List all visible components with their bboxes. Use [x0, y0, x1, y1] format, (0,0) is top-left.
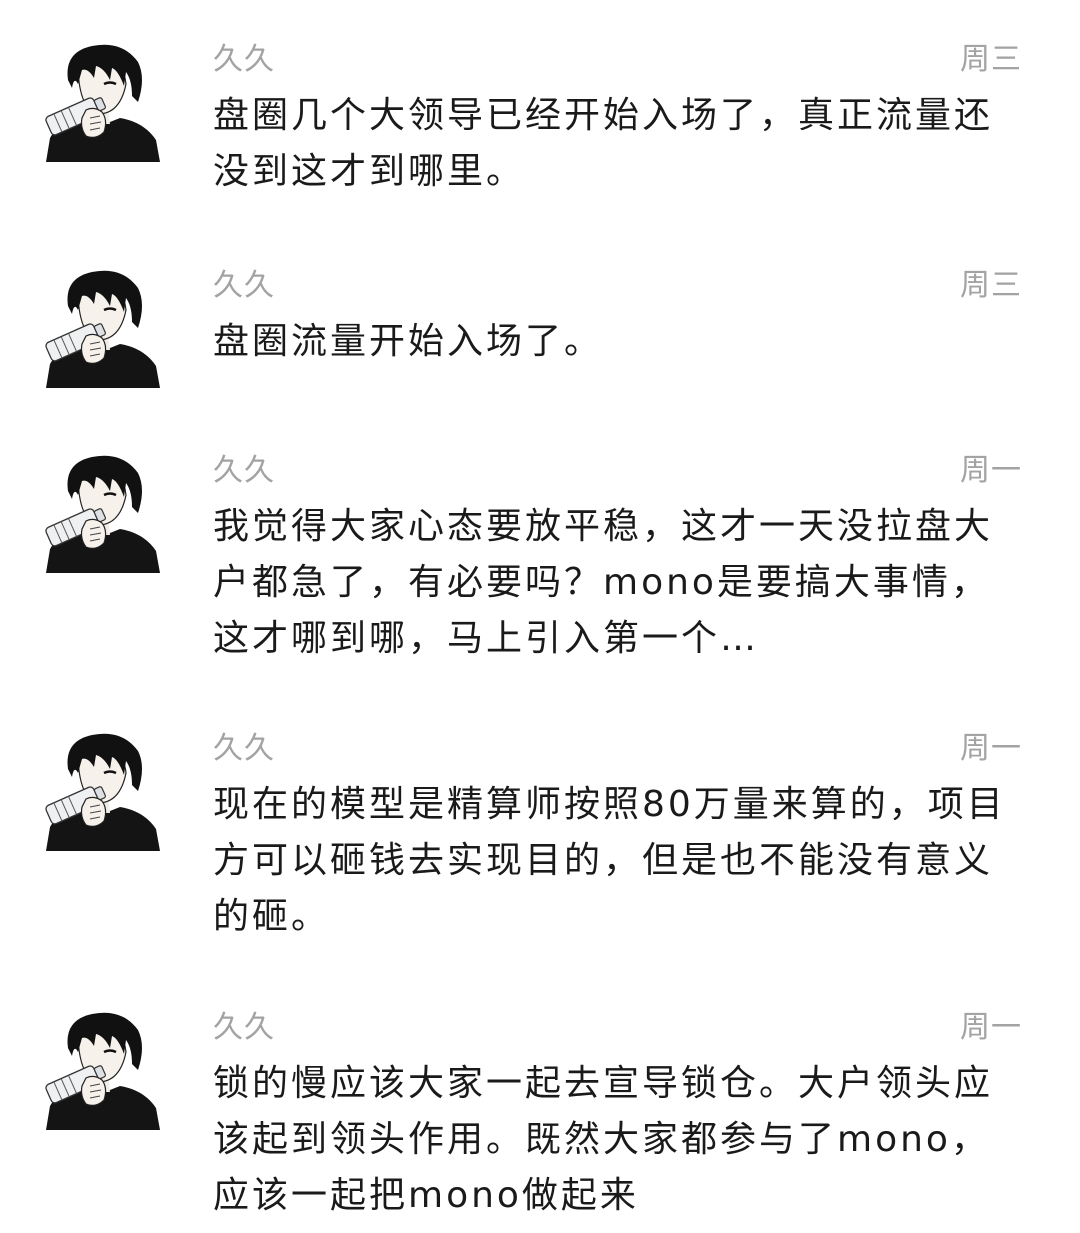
sender-name: 久久 — [213, 268, 275, 303]
message-day: 周一 — [960, 1010, 1022, 1045]
anime-boy-drinking-avatar-icon — [40, 266, 162, 388]
avatar[interactable] — [40, 729, 162, 851]
sender-name: 久久 — [213, 1010, 275, 1045]
message-day: 周一 — [960, 731, 1022, 766]
avatar[interactable] — [40, 266, 162, 388]
sender-name: 久久 — [213, 731, 275, 766]
message-preview: 锁的慢应该大家一起去宣导锁仓。大户领头应该起到领头作用。既然大家都参与了mono… — [213, 1063, 994, 1216]
anime-boy-drinking-avatar-icon — [40, 40, 162, 162]
message-day: 周三 — [960, 268, 1022, 303]
sender-name: 久久 — [213, 42, 275, 77]
anime-boy-drinking-avatar-icon — [40, 729, 162, 851]
message-preview: 现在的模型是精算师按照80万量来算的，项目方可以砸钱去实现目的，但是也不能没有意… — [213, 784, 1006, 937]
message-day: 周一 — [960, 453, 1022, 488]
avatar[interactable] — [40, 451, 162, 573]
anime-boy-drinking-avatar-icon — [40, 1008, 162, 1130]
message-preview: 我觉得大家心态要放平稳，这才一天没拉盘大户都急了，有必要吗？mono是要搞大事情… — [213, 506, 994, 659]
message-preview: 盘圈流量开始入场了。 — [213, 321, 604, 362]
sender-name: 久久 — [213, 453, 275, 488]
avatar[interactable] — [40, 40, 162, 162]
message-preview: 盘圈几个大领导已经开始入场了，真正流量还没到这才到哪里。 — [213, 95, 994, 192]
message-day: 周三 — [960, 42, 1022, 77]
avatar[interactable] — [40, 1008, 162, 1130]
anime-boy-drinking-avatar-icon — [40, 451, 162, 573]
